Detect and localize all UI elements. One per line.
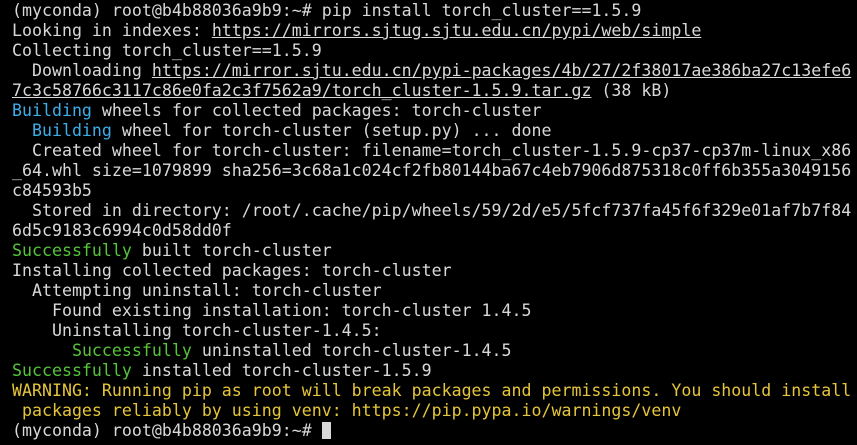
command-text: pip install torch_cluster==1.5.9 [321, 1, 642, 20]
built-text: built torch-cluster [131, 241, 332, 260]
command-line: (myconda) root@b4b88036a9b9:~# pip insta… [12, 1, 857, 21]
building-wheel-keyword: Building [31, 121, 112, 140]
shell-prompt: (myconda) root@b4b88036a9b9:~# [12, 421, 322, 440]
cursor-block [321, 422, 331, 439]
downloading-label: Downloading [12, 61, 152, 80]
output-line-attempting: Attempting uninstall: torch-cluster [12, 281, 382, 300]
download-url-link-continued[interactable]: 7c3c58766c3117c86e0fa2c3f7562a9/torch_cl… [12, 81, 591, 100]
output-line-download-cont: 7c3c58766c3117c86e0fa2c3f7562a9/torch_cl… [12, 81, 857, 101]
output-line-building: Building wheels for collected packages: … [12, 101, 857, 121]
output-line-stored-1: Stored in directory: /root/.cache/pip/wh… [12, 201, 852, 220]
looking-label: Looking in indexes: [12, 21, 212, 40]
download-size: (38 kB) [591, 81, 672, 100]
output-line-built: Successfully built torch-cluster [12, 241, 857, 261]
output-line-uninstalling: Uninstalling torch-cluster-1.4.5: [12, 321, 382, 340]
output-line-downloading: Downloading https://mirror.sjtu.edu.cn/p… [12, 61, 857, 81]
success-keyword: Successfully [71, 341, 192, 360]
download-url-link[interactable]: https://mirror.sjtu.edu.cn/pypi-packages… [152, 61, 851, 80]
output-line-created-wheel-3: c84593b5 [12, 181, 92, 200]
warning-line-2: packages reliably by using venv: https:/… [12, 401, 682, 420]
index-url-link[interactable]: https://mirrors.sjtug.sjtu.edu.cn/pypi/w… [212, 21, 702, 40]
success-keyword: Successfully [12, 241, 132, 260]
building-wheel-text: wheel for torch-cluster (setup.py) ... d… [111, 121, 552, 140]
output-line-created-wheel-2: _64.whl size=1079899 sha256=3c68a1c024cf… [12, 161, 852, 180]
output-line-uninstalled: Successfully uninstalled torch-cluster-1… [12, 341, 857, 361]
shell-prompt: (myconda) root@b4b88036a9b9:~# [12, 1, 322, 20]
output-line-looking: Looking in indexes: https://mirrors.sjtu… [12, 21, 857, 41]
output-line-stored-2: 6d5c9183c6994c0d58dd0f [12, 221, 232, 240]
installed-text: installed torch-cluster-1.5.9 [131, 361, 432, 380]
building-text: wheels for collected packages: torch-clu… [91, 101, 542, 120]
terminal-window[interactable]: (myconda) root@b4b88036a9b9:~# pip insta… [0, 0, 857, 445]
final-prompt-line[interactable]: (myconda) root@b4b88036a9b9:~# [12, 421, 857, 441]
output-line-installed: Successfully installed torch-cluster-1.5… [12, 361, 857, 381]
building-keyword: Building [12, 101, 92, 120]
success-keyword: Successfully [12, 361, 132, 380]
output-line-collecting: Collecting torch_cluster==1.5.9 [12, 41, 322, 60]
output-line-building-wheel: Building wheel for torch-cluster (setup.… [12, 121, 857, 141]
output-line-created-wheel-1: Created wheel for torch-cluster: filenam… [12, 141, 852, 160]
warning-line-1: WARNING: Running pip as root will break … [12, 381, 852, 400]
uninstalled-text: uninstalled torch-cluster-1.4.5 [191, 341, 512, 360]
output-line-found-existing: Found existing installation: torch-clust… [12, 301, 532, 320]
output-line-installing: Installing collected packages: torch-clu… [12, 261, 452, 280]
